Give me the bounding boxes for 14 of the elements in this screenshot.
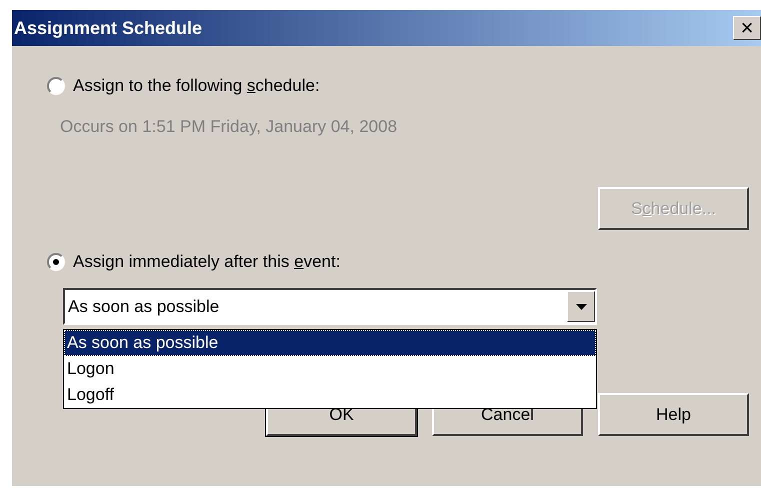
dropdown-option[interactable]: Logon bbox=[64, 356, 596, 382]
radio-button[interactable] bbox=[47, 77, 65, 95]
dropdown-value: As soon as possible bbox=[68, 296, 220, 316]
dropdown-option[interactable]: As soon as possible bbox=[64, 330, 596, 356]
caret-icon bbox=[576, 304, 586, 310]
schedule-description: Occurs on 1:51 PM Friday, January 04, 2008 bbox=[60, 117, 398, 137]
window-title: Assignment Schedule bbox=[14, 18, 202, 38]
event-dropdown[interactable]: As soon as possible bbox=[63, 288, 597, 325]
dropdown-arrow-button[interactable] bbox=[567, 291, 595, 322]
dialog-button[interactable]: Help bbox=[598, 393, 749, 436]
radio-label[interactable]: Assign to the following schedule: bbox=[73, 76, 320, 96]
close-button[interactable]: × bbox=[733, 16, 761, 40]
radio-label[interactable]: Assign immediately after this event: bbox=[73, 252, 340, 272]
radio-button[interactable] bbox=[47, 253, 65, 271]
